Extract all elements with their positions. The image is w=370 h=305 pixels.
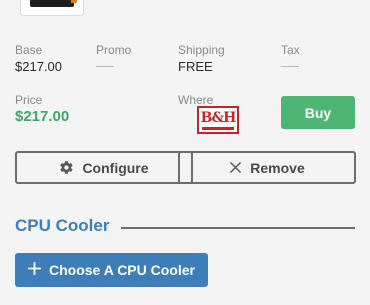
tax-empty-dash — [281, 66, 299, 67]
where-label: Where — [178, 93, 214, 107]
power-supply-product-image — [30, 0, 77, 7]
gear-icon — [59, 160, 74, 175]
choose-cpu-cooler-button[interactable]: Choose A CPU Cooler — [15, 253, 208, 287]
retailer-logo-strip — [202, 126, 234, 130]
remove-button[interactable]: Remove — [178, 151, 356, 184]
promo-label: Promo — [96, 43, 132, 57]
price-label: Price — [15, 93, 43, 107]
base-value: $217.00 — [15, 59, 62, 74]
price-value: $217.00 — [15, 108, 70, 125]
shipping-label: Shipping — [178, 43, 225, 57]
section-title-cpu-cooler: CPU Cooler — [15, 216, 110, 235]
tax-label: Tax — [281, 43, 300, 57]
buy-button[interactable]: Buy — [281, 96, 355, 129]
shipping-value: FREE — [178, 59, 213, 74]
configure-label: Configure — [82, 159, 149, 176]
promo-empty-dash — [96, 66, 114, 67]
base-label: Base — [15, 43, 43, 57]
section-divider — [121, 227, 355, 229]
part-detail-panel: Base $217.00 Promo Shipping FREE Tax Pri… — [0, 0, 370, 305]
close-icon — [229, 161, 242, 174]
bh-photo-logo[interactable]: B&H — [197, 106, 239, 134]
plus-icon — [28, 262, 41, 278]
remove-label: Remove — [250, 159, 305, 176]
configure-button[interactable]: Configure — [15, 151, 193, 184]
retailer-logo-text: B&H — [200, 109, 237, 126]
product-thumbnail[interactable] — [20, 0, 84, 16]
choose-cpu-cooler-label: Choose A CPU Cooler — [49, 262, 195, 278]
